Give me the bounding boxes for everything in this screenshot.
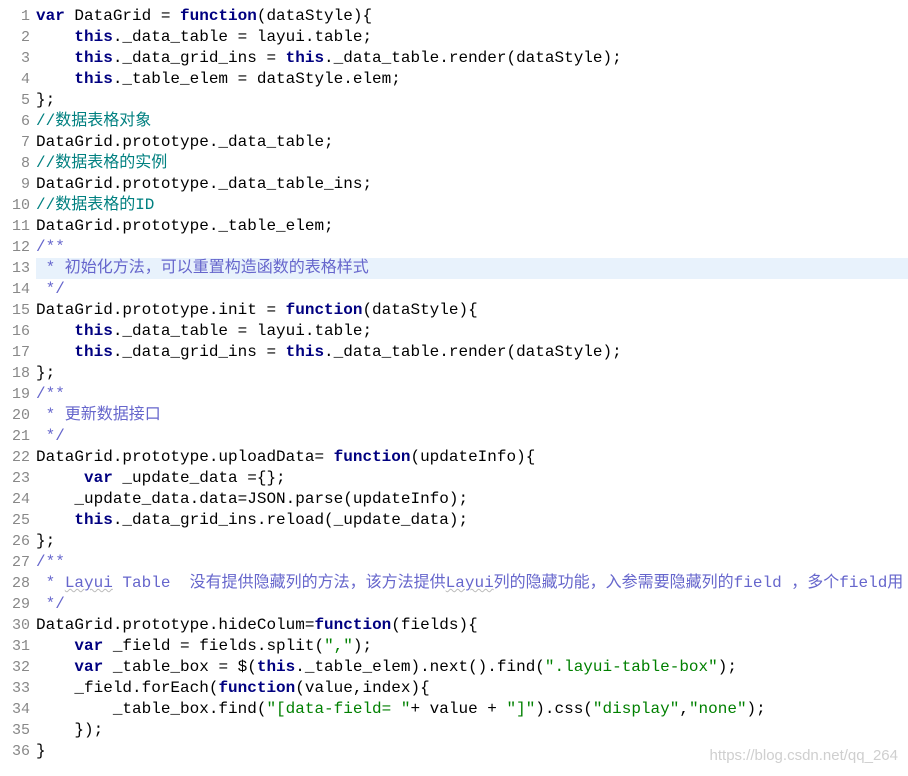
line-number: 7 (0, 132, 30, 153)
line-number: 9 (0, 174, 30, 195)
line-number: 28 (0, 573, 30, 594)
code-line[interactable]: this._data_grid_ins = this._data_table.r… (36, 48, 908, 69)
code-line[interactable]: } (36, 741, 908, 762)
line-number: 32 (0, 657, 30, 678)
code-line[interactable]: }; (36, 363, 908, 384)
code-line[interactable]: _update_data.data=JSON.parse(updateInfo)… (36, 489, 908, 510)
line-number: 6 (0, 111, 30, 132)
line-number: 31 (0, 636, 30, 657)
line-number: 17 (0, 342, 30, 363)
code-line[interactable]: _field.forEach(function(value,index){ (36, 678, 908, 699)
line-number: 23 (0, 468, 30, 489)
line-number: 10 (0, 195, 30, 216)
line-number: 13 (0, 258, 30, 279)
code-line[interactable]: /** (36, 384, 908, 405)
line-gutter: 1 2 3 4 5 6 7 8 9 10 11 12 13 14 15 16 1… (0, 0, 34, 768)
code-line[interactable]: var _update_data ={}; (36, 468, 908, 489)
line-number: 21 (0, 426, 30, 447)
code-line[interactable]: /** (36, 552, 908, 573)
code-line[interactable]: this._data_grid_ins.reload(_update_data)… (36, 510, 908, 531)
code-line[interactable]: var _field = fields.split(","); (36, 636, 908, 657)
line-number: 2 (0, 27, 30, 48)
code-line[interactable]: }); (36, 720, 908, 741)
line-number: 34 (0, 699, 30, 720)
line-number: 8 (0, 153, 30, 174)
code-line[interactable]: this._data_table = layui.table; (36, 27, 908, 48)
code-line[interactable]: //数据表格对象 (36, 111, 908, 132)
code-line[interactable]: }; (36, 90, 908, 111)
line-number: 30 (0, 615, 30, 636)
code-line[interactable]: this._data_table = layui.table; (36, 321, 908, 342)
code-line[interactable]: //数据表格的实例 (36, 153, 908, 174)
line-number: 1 (0, 6, 30, 27)
code-line[interactable]: _table_box.find("[data-field= "+ value +… (36, 699, 908, 720)
code-line[interactable]: * 更新数据接口 (36, 405, 908, 426)
code-line-highlighted[interactable]: * 初始化方法，可以重置构造函数的表格样式 (36, 258, 908, 279)
code-line[interactable]: DataGrid.prototype._data_table; (36, 132, 908, 153)
code-line[interactable]: this._table_elem = dataStyle.elem; (36, 69, 908, 90)
line-number: 26 (0, 531, 30, 552)
line-number: 3 (0, 48, 30, 69)
line-number: 12 (0, 237, 30, 258)
line-number: 25 (0, 510, 30, 531)
code-line[interactable]: DataGrid.prototype.init = function(dataS… (36, 300, 908, 321)
line-number: 14 (0, 279, 30, 300)
code-line[interactable]: var DataGrid = function(dataStyle){ (36, 6, 908, 27)
line-number: 18 (0, 363, 30, 384)
line-number: 33 (0, 678, 30, 699)
code-line[interactable]: DataGrid.prototype._data_table_ins; (36, 174, 908, 195)
line-number: 36 (0, 741, 30, 762)
code-line[interactable]: DataGrid.prototype.uploadData= function(… (36, 447, 908, 468)
line-number: 22 (0, 447, 30, 468)
line-number: 27 (0, 552, 30, 573)
line-number: 5 (0, 90, 30, 111)
code-line[interactable]: //数据表格的ID (36, 195, 908, 216)
line-number: 16 (0, 321, 30, 342)
line-number: 15 (0, 300, 30, 321)
line-number: 24 (0, 489, 30, 510)
code-line[interactable]: */ (36, 279, 908, 300)
code-line[interactable]: var _table_box = $(this._table_elem).nex… (36, 657, 908, 678)
line-number: 35 (0, 720, 30, 741)
code-area[interactable]: var DataGrid = function(dataStyle){ this… (34, 0, 908, 768)
line-number: 11 (0, 216, 30, 237)
line-number: 20 (0, 405, 30, 426)
code-line[interactable]: * Layui Table 没有提供隐藏列的方法，该方法提供Layui列的隐藏功… (36, 573, 908, 594)
code-line[interactable]: DataGrid.prototype._table_elem; (36, 216, 908, 237)
line-number: 19 (0, 384, 30, 405)
code-line[interactable]: DataGrid.prototype.hideColum=function(fi… (36, 615, 908, 636)
line-number: 29 (0, 594, 30, 615)
line-number: 4 (0, 69, 30, 90)
code-editor[interactable]: 1 2 3 4 5 6 7 8 9 10 11 12 13 14 15 16 1… (0, 0, 908, 768)
code-line[interactable]: /** (36, 237, 908, 258)
code-line[interactable]: */ (36, 426, 908, 447)
code-line[interactable]: */ (36, 594, 908, 615)
code-line[interactable]: }; (36, 531, 908, 552)
code-line[interactable]: this._data_grid_ins = this._data_table.r… (36, 342, 908, 363)
